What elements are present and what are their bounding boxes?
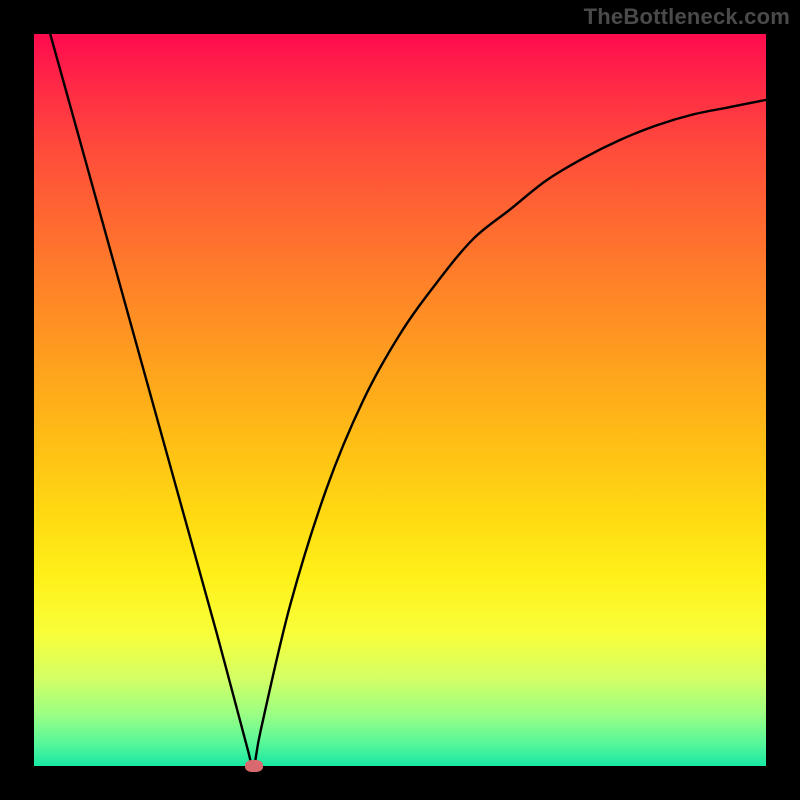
watermark-text: TheBottleneck.com bbox=[584, 4, 790, 30]
chart-frame: TheBottleneck.com bbox=[0, 0, 800, 800]
bottleneck-curve bbox=[34, 34, 766, 766]
minimum-marker bbox=[245, 760, 263, 772]
chart-plot-area bbox=[34, 34, 766, 766]
